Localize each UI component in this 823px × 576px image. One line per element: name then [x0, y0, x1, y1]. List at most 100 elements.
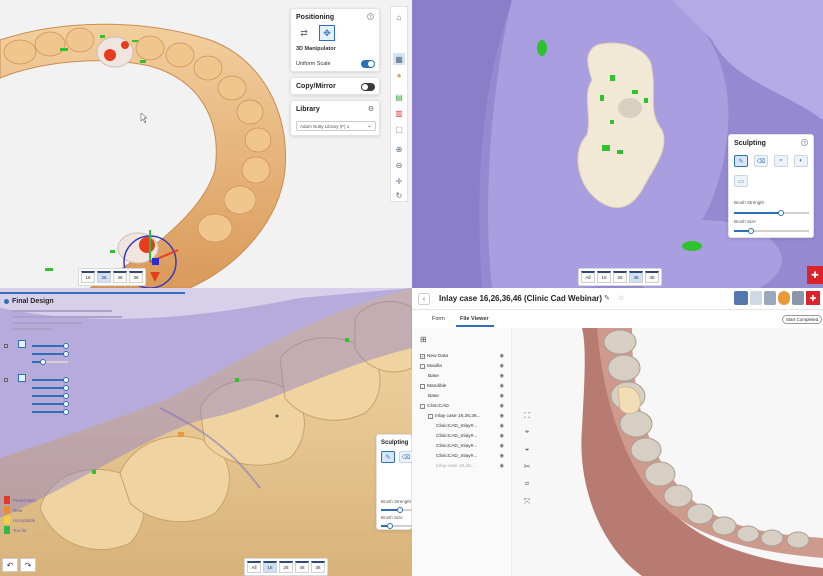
tree-item[interactable]: Base ◉ — [420, 371, 504, 381]
app-icon-print[interactable] — [778, 291, 790, 305]
tree-item[interactable]: - ClinicCAD ◉ — [420, 401, 504, 411]
zoom-out-icon[interactable]: ⊖ — [393, 159, 405, 171]
viewport-final-design[interactable]: Final Design Penetration Near Acceptable… — [0, 288, 412, 576]
view-button-16[interactable]: 16 — [597, 271, 611, 283]
rotate-icon[interactable]: ↻ — [393, 189, 405, 201]
tree-item[interactable]: - Inlay case 16,26,36... ◉ — [420, 411, 504, 421]
visibility-icon[interactable]: ◉ — [500, 423, 504, 429]
transform-icon[interactable]: ⤧ — [521, 496, 533, 508]
tree-item[interactable]: - Mandible ◉ — [420, 381, 504, 391]
expand-icon[interactable] — [4, 344, 8, 348]
visibility-icon[interactable]: ◉ — [500, 363, 504, 369]
param-slider[interactable] — [32, 385, 69, 391]
brush-strength-slider[interactable] — [381, 507, 412, 513]
add-material-icon[interactable]: ✎ — [381, 451, 395, 463]
view-button-36[interactable]: 36 — [311, 561, 325, 573]
expand-icon[interactable] — [4, 378, 8, 382]
back-button[interactable]: ‹ — [418, 293, 430, 305]
visibility-icon[interactable]: ◉ — [500, 403, 504, 409]
fit-view-icon[interactable]: ⛶ — [521, 410, 533, 422]
pan-icon[interactable]: ✛ — [393, 175, 405, 187]
undo-icon[interactable]: ↶ — [2, 558, 18, 572]
visibility-icon[interactable]: ◉ — [500, 373, 504, 379]
app-icon-model[interactable] — [764, 291, 776, 305]
tooth-icon[interactable] — [18, 374, 26, 382]
color-map-icon[interactable]: ▤ — [393, 91, 405, 103]
view-button-26[interactable]: 26 — [279, 561, 293, 573]
tree-item[interactable]: - Maxilla ◉ — [420, 361, 504, 371]
manipulator-tool-icon[interactable]: ✥ — [319, 25, 335, 41]
visibility-icon[interactable]: ◉ — [500, 413, 504, 419]
app-icon-scan[interactable] — [734, 291, 748, 305]
visibility-icon[interactable]: ◉ — [500, 433, 504, 439]
param-slider[interactable] — [32, 351, 69, 357]
tree-item[interactable]: ClinicCAD_Inlay#... ◉ — [420, 441, 504, 451]
hide-icon[interactable]: ▢ — [393, 123, 405, 135]
param-slider[interactable] — [32, 409, 69, 415]
edit-icon[interactable]: ✎ — [604, 294, 610, 302]
view-button-46[interactable]: 46 — [295, 561, 309, 573]
redo-icon[interactable]: ↷ — [20, 558, 36, 572]
heatmap-icon[interactable]: ▥ — [393, 107, 405, 119]
view-button-all[interactable]: All — [247, 561, 261, 573]
tooth-icon[interactable] — [18, 340, 26, 348]
zoom-in-icon[interactable]: ⊕ — [393, 143, 405, 155]
copy-mirror-toggle[interactable] — [361, 83, 375, 91]
param-slider[interactable] — [32, 377, 69, 383]
collapse-icon[interactable]: - — [420, 403, 425, 409]
viewport-positioning[interactable]: Positioning ? ⇄ ✥ 3D Manipulator Uniform… — [0, 0, 412, 288]
brush-size-slider[interactable] — [734, 228, 809, 234]
app-icon-export[interactable] — [792, 291, 804, 305]
remove-material-icon[interactable]: ⌫ — [754, 155, 768, 167]
grid-view-icon[interactable]: ⊞ — [420, 335, 427, 344]
visibility-icon[interactable]: ◉ — [500, 443, 504, 449]
view-button-16[interactable]: 16 — [81, 271, 95, 283]
expand-icon[interactable]: + — [420, 353, 425, 359]
tab-file-viewer[interactable]: File Viewer — [460, 316, 489, 322]
move-tool-icon[interactable]: ⇄ — [297, 26, 311, 40]
brush-strength-slider[interactable] — [734, 210, 809, 216]
start-completed-button[interactable]: Start Completed — [782, 315, 822, 324]
view-button-26[interactable]: 26 — [613, 271, 627, 283]
measure-icon[interactable]: ⌗ — [521, 478, 533, 490]
param-slider[interactable] — [32, 359, 68, 365]
visibility-icon[interactable]: ◉ — [500, 393, 504, 399]
view-button-all[interactable]: All — [581, 271, 595, 283]
tree-item[interactable]: ClinicCAD_Inlay#... ◉ — [420, 451, 504, 461]
lower-jaw-model[interactable] — [542, 328, 823, 576]
view-button-46[interactable]: 46 — [629, 271, 643, 283]
view-button-36[interactable]: 36 — [129, 271, 143, 283]
visibility-icon[interactable]: ◉ — [500, 383, 504, 389]
viewport-sculpting[interactable]: Sculpting ? ✎ ⌫ ≈ ◐ ▭ Brush Strength Bru… — [412, 0, 823, 288]
remove-material-icon[interactable]: ⌫ — [399, 451, 412, 463]
tree-item[interactable]: Inlay case 16,26... ◉ — [420, 461, 504, 471]
view-button-26[interactable]: 26 — [97, 271, 111, 283]
visibility-icon[interactable]: ◉ — [500, 463, 504, 469]
morph-icon[interactable]: ◐ — [794, 155, 808, 167]
library-select[interactable]: Adam Nutty Library (F) 1 ⌄ — [296, 121, 376, 131]
uniform-scale-toggle[interactable] — [361, 60, 375, 68]
collapse-icon[interactable]: - — [420, 383, 425, 389]
view-button-16[interactable]: 16 — [263, 561, 277, 573]
param-slider[interactable] — [32, 343, 69, 349]
collapse-icon[interactable]: - — [428, 413, 433, 419]
param-slider[interactable] — [32, 393, 69, 399]
cut-icon[interactable]: ✂ — [521, 460, 533, 472]
app-icon-design[interactable] — [750, 291, 762, 305]
star-icon[interactable]: ☆ — [618, 294, 624, 302]
add-material-icon[interactable]: ✎ — [734, 155, 748, 167]
flatten-icon[interactable]: ▭ — [734, 175, 748, 187]
gear-icon[interactable]: ⚙ — [368, 105, 374, 113]
tree-item[interactable]: + New Data ◉ — [420, 351, 504, 361]
layer-icon[interactable]: ▦ — [393, 53, 405, 65]
tree-item[interactable]: Base ◉ — [420, 391, 504, 401]
help-icon[interactable]: ? — [367, 13, 374, 20]
tab-form[interactable]: Form — [432, 316, 445, 322]
brush-size-slider[interactable] — [381, 523, 412, 529]
help-icon[interactable]: ? — [801, 139, 808, 146]
param-slider[interactable] — [32, 401, 69, 407]
view-button-46[interactable]: 46 — [113, 271, 127, 283]
smooth-icon[interactable]: ≈ — [774, 155, 788, 167]
section-icon[interactable]: ⌖ — [521, 426, 533, 438]
visibility-icon[interactable]: ◉ — [500, 453, 504, 459]
